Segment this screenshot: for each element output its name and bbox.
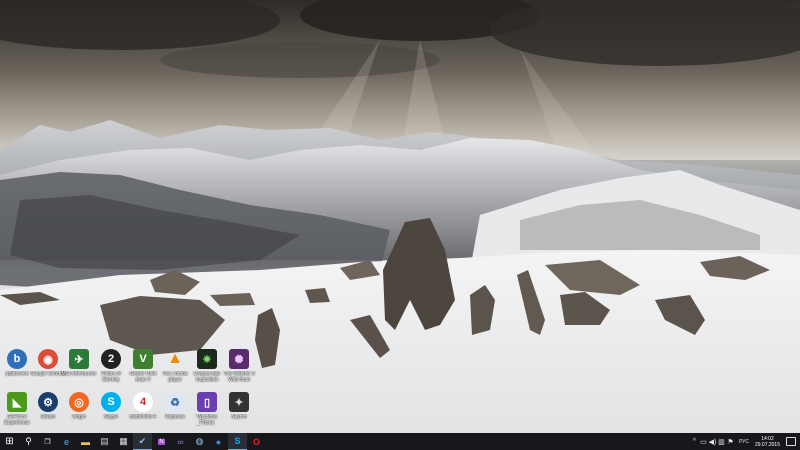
qbittorrent-icon: b [7, 349, 27, 369]
skype-icon: S [101, 392, 121, 412]
dragon-age-icon: ✷ [197, 349, 217, 369]
task-view-icon: ❐ [44, 438, 51, 446]
desktop-icon-geforce[interactable]: ◣ GeForce Experience [0, 390, 34, 436]
task-view-button[interactable]: ❐ [38, 433, 57, 450]
taskbar: ⊞ ⚲ ❐ e ▬ ▤ ▦ ✔ N ∞ ◍ ● S O ^ ▭ ◀) ▥ ⚑ Р… [0, 433, 800, 450]
action-center-icon[interactable] [786, 437, 796, 446]
globe-icon: ◍ [195, 436, 204, 446]
show-hidden-icons-chevron-icon[interactable]: ^ [690, 438, 699, 445]
desktop-icon-label: Skyrim [231, 414, 247, 420]
desktop-icon-label: Windows Phone Recovery [196, 414, 218, 426]
blue-circle-icon: ● [215, 436, 222, 447]
battery-icon[interactable]: ▭ [699, 438, 708, 446]
desktop-icon-steam[interactable]: ⚙ Steam [31, 390, 65, 436]
store-icon: ▤ [100, 436, 109, 446]
desktop-icon-qbittorrent[interactable]: b qBittorrent [0, 347, 34, 393]
gta-v-icon: V [133, 349, 153, 369]
visual-studio-icon: ∞ [177, 436, 184, 447]
calculator-icon: ▦ [119, 436, 128, 446]
desktop-icon-label: Battlefield 4 [129, 414, 157, 420]
taskbar-app-globe[interactable]: ◍ [190, 433, 209, 450]
taskbar-skype[interactable]: S [228, 433, 247, 450]
taskbar-store[interactable]: ▤ [95, 433, 114, 450]
desktop-icon-label: Корзина [165, 414, 185, 420]
desktop-icon-label: Pillars of Eternity [101, 371, 121, 383]
windows-phone-icon: ▯ [197, 392, 217, 412]
recycle-bin-icon: ♻ [165, 392, 185, 412]
input-language-indicator[interactable]: РУС [739, 439, 749, 445]
action-flag-icon[interactable]: ⚑ [726, 438, 735, 446]
windows-logo-icon: ⊞ [5, 436, 14, 447]
geforce-icon: ◣ [7, 392, 27, 412]
taskbar-calculator[interactable]: ▦ [114, 433, 133, 450]
chrome-icon: ◉ [38, 349, 58, 369]
desktop-icon-label: MSI Afterburner [61, 371, 97, 377]
desktop-icon-dragon-age[interactable]: ✷ Dragon Age Inquisition [190, 347, 224, 393]
checkmark-icon: ✔ [138, 435, 147, 446]
skype-icon: S [234, 436, 241, 446]
desktop-icon-gta-v[interactable]: V Grand Theft Auto V [126, 347, 160, 393]
desktop-icon-witcher[interactable]: ✺ The Witcher 3 Wild Hunt [222, 347, 256, 393]
skyrim-icon: ✦ [229, 392, 249, 412]
vlc-icon: ▲ [167, 350, 183, 367]
witcher-icon: ✺ [229, 349, 249, 369]
start-button[interactable]: ⊞ [0, 433, 19, 450]
network-icon[interactable]: ▥ [717, 438, 726, 446]
desktop-icon-label: Skype [104, 414, 118, 420]
desktop-icon-chrome[interactable]: ◉ Google Chrome [30, 347, 66, 393]
taskbar-visual-studio[interactable]: ∞ [171, 433, 190, 450]
taskbar-onenote[interactable]: N [152, 433, 171, 450]
desktop-icon-label: Grand Theft Auto V [129, 371, 157, 383]
volume-icon[interactable]: ◀) [708, 438, 717, 446]
msi-afterburner-icon: ✈ [69, 349, 89, 369]
taskbar-app-check[interactable]: ✔ [133, 433, 152, 450]
desktop-icon-pillars[interactable]: 2 Pillars of Eternity [94, 347, 128, 393]
folder-icon: ▬ [81, 436, 90, 447]
desktop-icon-recycle-bin[interactable]: ♻ Корзина [158, 390, 192, 436]
system-tray: ^ ▭ ◀) ▥ ⚑ РУС 14:02 29.07.2015 [690, 433, 800, 450]
desktop-icon-msi-afterburner[interactable]: ✈ MSI Afterburner [61, 347, 97, 393]
desktop-icon-skyrim[interactable]: ✦ Skyrim [222, 390, 256, 436]
desktop-icon-label: Dragon Age Inquisition [193, 371, 221, 383]
search-icon: ⚲ [25, 436, 32, 446]
desktop-icon-origin[interactable]: ◎ Origin [62, 390, 96, 436]
desktop-icon-windows-phone[interactable]: ▯ Windows Phone Recovery [190, 390, 224, 436]
taskbar-app-blue[interactable]: ● [209, 433, 228, 450]
origin-icon: ◎ [69, 392, 89, 412]
desktop-icon-label: Origin [72, 414, 86, 420]
taskbar-opera[interactable]: O [247, 433, 266, 450]
desktop-icon-label: The Witcher 3 Wild Hunt [223, 371, 255, 383]
onenote-icon: N [158, 438, 165, 445]
desktop-icon-battlefield[interactable]: 4 Battlefield 4 [126, 390, 160, 436]
taskbar-explorer[interactable]: ▬ [76, 433, 95, 450]
battlefield-icon: 4 [133, 392, 153, 412]
steam-icon: ⚙ [38, 392, 58, 412]
clock-date: 29.07.2015 [754, 441, 780, 448]
search-button[interactable]: ⚲ [19, 433, 38, 450]
taskbar-edge[interactable]: e [57, 433, 76, 450]
desktop-icon-label: VLC media player [162, 371, 188, 383]
opera-icon: O [252, 436, 260, 447]
pillars-icon: 2 [101, 349, 121, 369]
desktop-icon-vlc[interactable]: ▲ VLC media player [158, 347, 192, 393]
clock[interactable]: 14:02 29.07.2015 [755, 436, 780, 448]
edge-icon: e [63, 436, 69, 447]
desktop-icon-skype[interactable]: S Skype [94, 390, 128, 436]
